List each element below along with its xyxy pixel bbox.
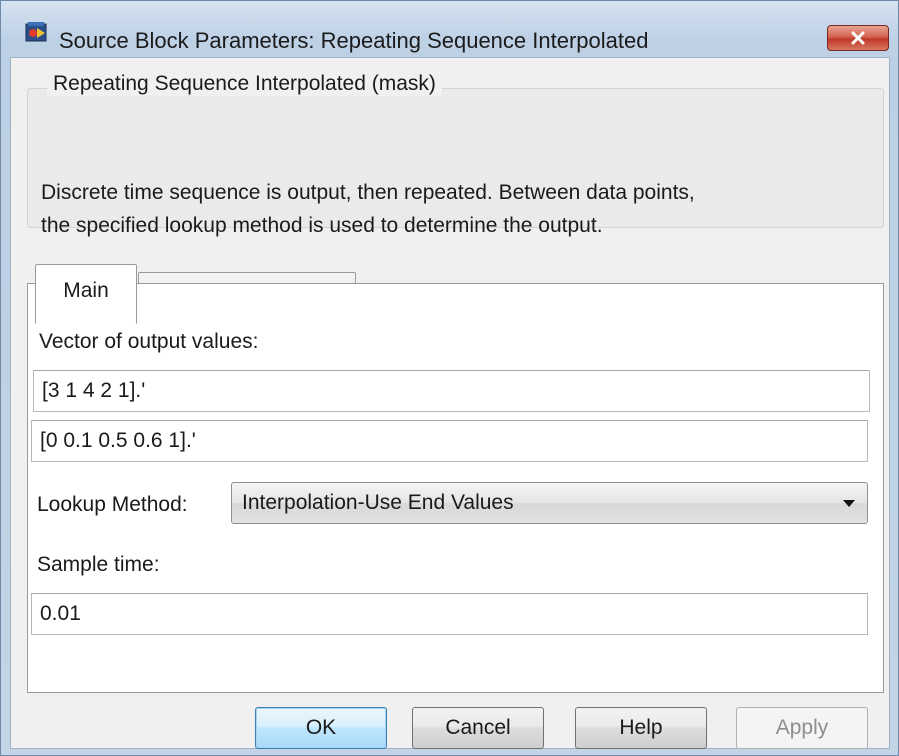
ok-button[interactable]: OK — [255, 707, 387, 749]
simulink-block-icon — [25, 22, 47, 42]
chevron-down-icon[interactable] — [843, 500, 855, 507]
lookup-method-select[interactable]: Interpolation-Use End Values — [231, 482, 868, 524]
sample-time-label: Sample time: — [37, 553, 160, 576]
close-button[interactable] — [827, 25, 889, 51]
apply-button[interactable]: Apply — [736, 707, 868, 749]
close-icon — [851, 31, 865, 45]
cancel-button[interactable]: Cancel — [412, 707, 544, 749]
sample-time-field[interactable]: 0.01 — [31, 593, 868, 635]
window-title: Source Block Parameters: Repeating Seque… — [59, 28, 649, 53]
help-button[interactable]: Help — [575, 707, 707, 749]
time-values-field[interactable]: [0 0.1 0.5 0.6 1].' — [31, 420, 868, 462]
lookup-method-label: Lookup Method: — [37, 493, 188, 516]
lookup-method-value: Interpolation-Use End Values — [242, 491, 514, 514]
form-overlay: [0 0.1 0.5 0.6 1].' Lookup Method: Inter… — [9, 56, 889, 749]
title-bar[interactable]: Source Block Parameters: Repeating Seque… — [1, 1, 898, 53]
tab-main[interactable]: Main — [35, 264, 137, 324]
